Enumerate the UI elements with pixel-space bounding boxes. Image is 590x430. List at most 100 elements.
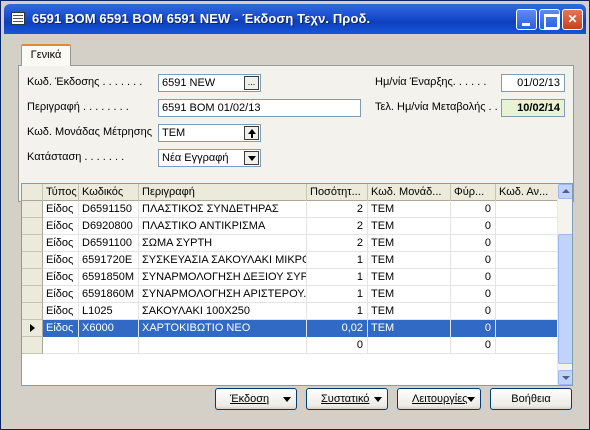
cell-scrap[interactable]: 0	[451, 337, 496, 354]
cell-type[interactable]: Είδος	[43, 218, 79, 235]
cell-scrap[interactable]: 0	[451, 269, 496, 286]
cell-uom[interactable]: ΤΕΜ	[368, 218, 451, 235]
maximize-button[interactable]	[539, 9, 560, 30]
functions-menu-button[interactable]: Λειτουργίες	[397, 388, 481, 410]
table-row[interactable]: Είδος X6000 ΧΑΡΤΟΚΙΒΩΤΙΟ ΝΕΟ 0,02 ΤΕΜ 0	[22, 320, 559, 337]
column-header-alt-code[interactable]: Κωδ. Αν...	[496, 184, 559, 201]
cell-code[interactable]: D6591150	[79, 201, 139, 218]
cell-type[interactable]: Είδος	[43, 286, 79, 303]
cell-type[interactable]: Είδος	[43, 201, 79, 218]
version-menu-button[interactable]: Έκδοση	[215, 388, 297, 410]
cell-uom[interactable]: ΤΕΜ	[368, 252, 451, 269]
table-row[interactable]: Είδος L1025 ΣΑΚΟΥΛΑΚΙ 100X250 1 ΤΕΜ 0	[22, 303, 559, 320]
cell-alt-code[interactable]	[496, 269, 559, 286]
title-bar[interactable]: 6591 BOM 6591 BOM 6591 NEW - Έκδοση Τεχν…	[4, 4, 586, 34]
cell-quantity[interactable]: 2	[307, 218, 368, 235]
component-menu-button[interactable]: Συστατικό	[306, 388, 388, 410]
cell-code[interactable]: 6591720E	[79, 252, 139, 269]
cell-scrap[interactable]: 0	[451, 320, 496, 337]
row-selector[interactable]	[22, 201, 43, 218]
cell-uom[interactable]: ΤΕΜ	[368, 303, 451, 320]
row-selector[interactable]	[22, 218, 43, 235]
start-date-field[interactable]: 01/02/13	[501, 74, 565, 92]
cell-scrap[interactable]: 0	[451, 286, 496, 303]
cell-description[interactable]: ΠΛΑΣΤΙΚΟ ΑΝΤΙΚΡΙΣΜΑ	[139, 218, 307, 235]
table-row[interactable]: Είδος 6591720E ΣΥΣΚΕΥΑΣΙΑ ΣΑΚΟΥΛΑΚΙ ΜΙΚΡΟ 1…	[22, 252, 559, 269]
table-row[interactable]: Είδος 6591850M ΣΥΝΑΡΜΟΛΟΓΗΣΗ ΔΕΞΙΟΥ ΣΥΡΤΗ 1…	[22, 269, 559, 286]
cell-type[interactable]	[43, 337, 79, 354]
cell-alt-code[interactable]	[496, 235, 559, 252]
close-button[interactable]: ✕	[562, 9, 583, 30]
version-code-lookup-button[interactable]: ...	[244, 76, 259, 90]
cell-quantity[interactable]: 1	[307, 303, 368, 320]
cell-alt-code[interactable]	[496, 218, 559, 235]
cell-quantity[interactable]: 2	[307, 201, 368, 218]
cell-type[interactable]: Είδος	[43, 269, 79, 286]
description-field[interactable]: 6591 BOM 01/02/13	[158, 99, 361, 117]
table-row[interactable]: Είδος D6591150 ΠΛΑΣΤΙΚΟΣ ΣΥΝΔΕΤΗΡΑΣ 2 ΤΕΜ 0	[22, 201, 559, 218]
row-selector[interactable]	[22, 303, 43, 320]
table-row[interactable]: Είδος D6591100 ΣΩΜΑ ΣΥΡΤΗ 2 ΤΕΜ 0	[22, 235, 559, 252]
cell-type[interactable]: Είδος	[43, 235, 79, 252]
help-button[interactable]: Βοήθεια	[490, 388, 572, 410]
cell-uom[interactable]: ΤΕΜ	[368, 286, 451, 303]
cell-uom[interactable]: ΤΕΜ	[368, 201, 451, 218]
scroll-up-arrow-icon[interactable]	[558, 184, 572, 199]
cell-code[interactable]	[79, 337, 139, 354]
table-row[interactable]: Είδος 6591860M ΣΥΝΑΡΜΟΛΟΓΗΣΗ ΑΡΙΣΤΕΡΟΥ... 1…	[22, 286, 559, 303]
table-row[interactable]: 00	[22, 337, 559, 354]
status-dropdown-button[interactable]	[244, 151, 259, 165]
row-selector[interactable]	[22, 337, 43, 354]
cell-type[interactable]: Είδος	[43, 320, 79, 337]
row-selector[interactable]	[22, 252, 43, 269]
status-select[interactable]: Νέα Εγγραφή	[158, 149, 261, 167]
cell-code[interactable]: D6920800	[79, 218, 139, 235]
scroll-thumb[interactable]	[558, 234, 572, 364]
cell-uom[interactable]	[368, 337, 451, 354]
column-header-quantity[interactable]: Ποσότητ...	[307, 184, 368, 201]
cell-alt-code[interactable]	[496, 201, 559, 218]
minimize-button[interactable]	[516, 9, 537, 30]
cell-description[interactable]: ΣΥΝΑΡΜΟΛΟΓΗΣΗ ΑΡΙΣΤΕΡΟΥ...	[139, 286, 307, 303]
cell-quantity[interactable]: 1	[307, 286, 368, 303]
cell-code[interactable]: 6591860M	[79, 286, 139, 303]
current-row-arrow-icon[interactable]	[22, 320, 43, 337]
cell-code[interactable]: 6591850M	[79, 269, 139, 286]
cell-description[interactable]: ΣΥΣΚΕΥΑΣΙΑ ΣΑΚΟΥΛΑΚΙ ΜΙΚΡΟ	[139, 252, 307, 269]
row-selector[interactable]	[22, 235, 43, 252]
cell-description[interactable]	[139, 337, 307, 354]
cell-scrap[interactable]: 0	[451, 252, 496, 269]
uom-lookup-button[interactable]	[244, 126, 259, 140]
cell-alt-code[interactable]	[496, 303, 559, 320]
cell-alt-code[interactable]	[496, 286, 559, 303]
cell-alt-code[interactable]	[496, 337, 559, 354]
cell-code[interactable]: X6000	[79, 320, 139, 337]
cell-uom[interactable]: ΤΕΜ	[368, 269, 451, 286]
cell-code[interactable]: D6591100	[79, 235, 139, 252]
column-header-type[interactable]: Τύπος	[43, 184, 79, 201]
cell-description[interactable]: ΠΛΑΣΤΙΚΟΣ ΣΥΝΔΕΤΗΡΑΣ	[139, 201, 307, 218]
cell-description[interactable]: ΧΑΡΤΟΚΙΒΩΤΙΟ ΝΕΟ	[139, 320, 307, 337]
cell-code[interactable]: L1025	[79, 303, 139, 320]
column-header-scrap[interactable]: Φύρ...	[451, 184, 496, 201]
column-header-code[interactable]: Κωδικός	[79, 184, 139, 201]
cell-scrap[interactable]: 0	[451, 218, 496, 235]
cell-description[interactable]: ΣΩΜΑ ΣΥΡΤΗ	[139, 235, 307, 252]
tab-general[interactable]: Γενικά	[21, 44, 71, 66]
cell-scrap[interactable]: 0	[451, 201, 496, 218]
cell-alt-code[interactable]	[496, 252, 559, 269]
cell-quantity[interactable]: 1	[307, 252, 368, 269]
cell-scrap[interactable]: 0	[451, 303, 496, 320]
column-header-description[interactable]: Περιγραφή	[139, 184, 307, 201]
column-header-uom[interactable]: Κωδ. Μονάδ...	[368, 184, 451, 201]
cell-uom[interactable]: ΤΕΜ	[368, 235, 451, 252]
cell-quantity[interactable]: 0	[307, 337, 368, 354]
cell-scrap[interactable]: 0	[451, 235, 496, 252]
row-selector[interactable]	[22, 286, 43, 303]
table-row[interactable]: Είδος D6920800 ΠΛΑΣΤΙΚΟ ΑΝΤΙΚΡΙΣΜΑ 2 ΤΕΜ 0	[22, 218, 559, 235]
row-selector[interactable]	[22, 269, 43, 286]
cell-description[interactable]: ΣΥΝΑΡΜΟΛΟΓΗΣΗ ΔΕΞΙΟΥ ΣΥΡΤΗ	[139, 269, 307, 286]
cell-description[interactable]: ΣΑΚΟΥΛΑΚΙ 100X250	[139, 303, 307, 320]
version-code-field[interactable]: 6591 NEW ...	[158, 74, 261, 92]
cell-type[interactable]: Είδος	[43, 252, 79, 269]
